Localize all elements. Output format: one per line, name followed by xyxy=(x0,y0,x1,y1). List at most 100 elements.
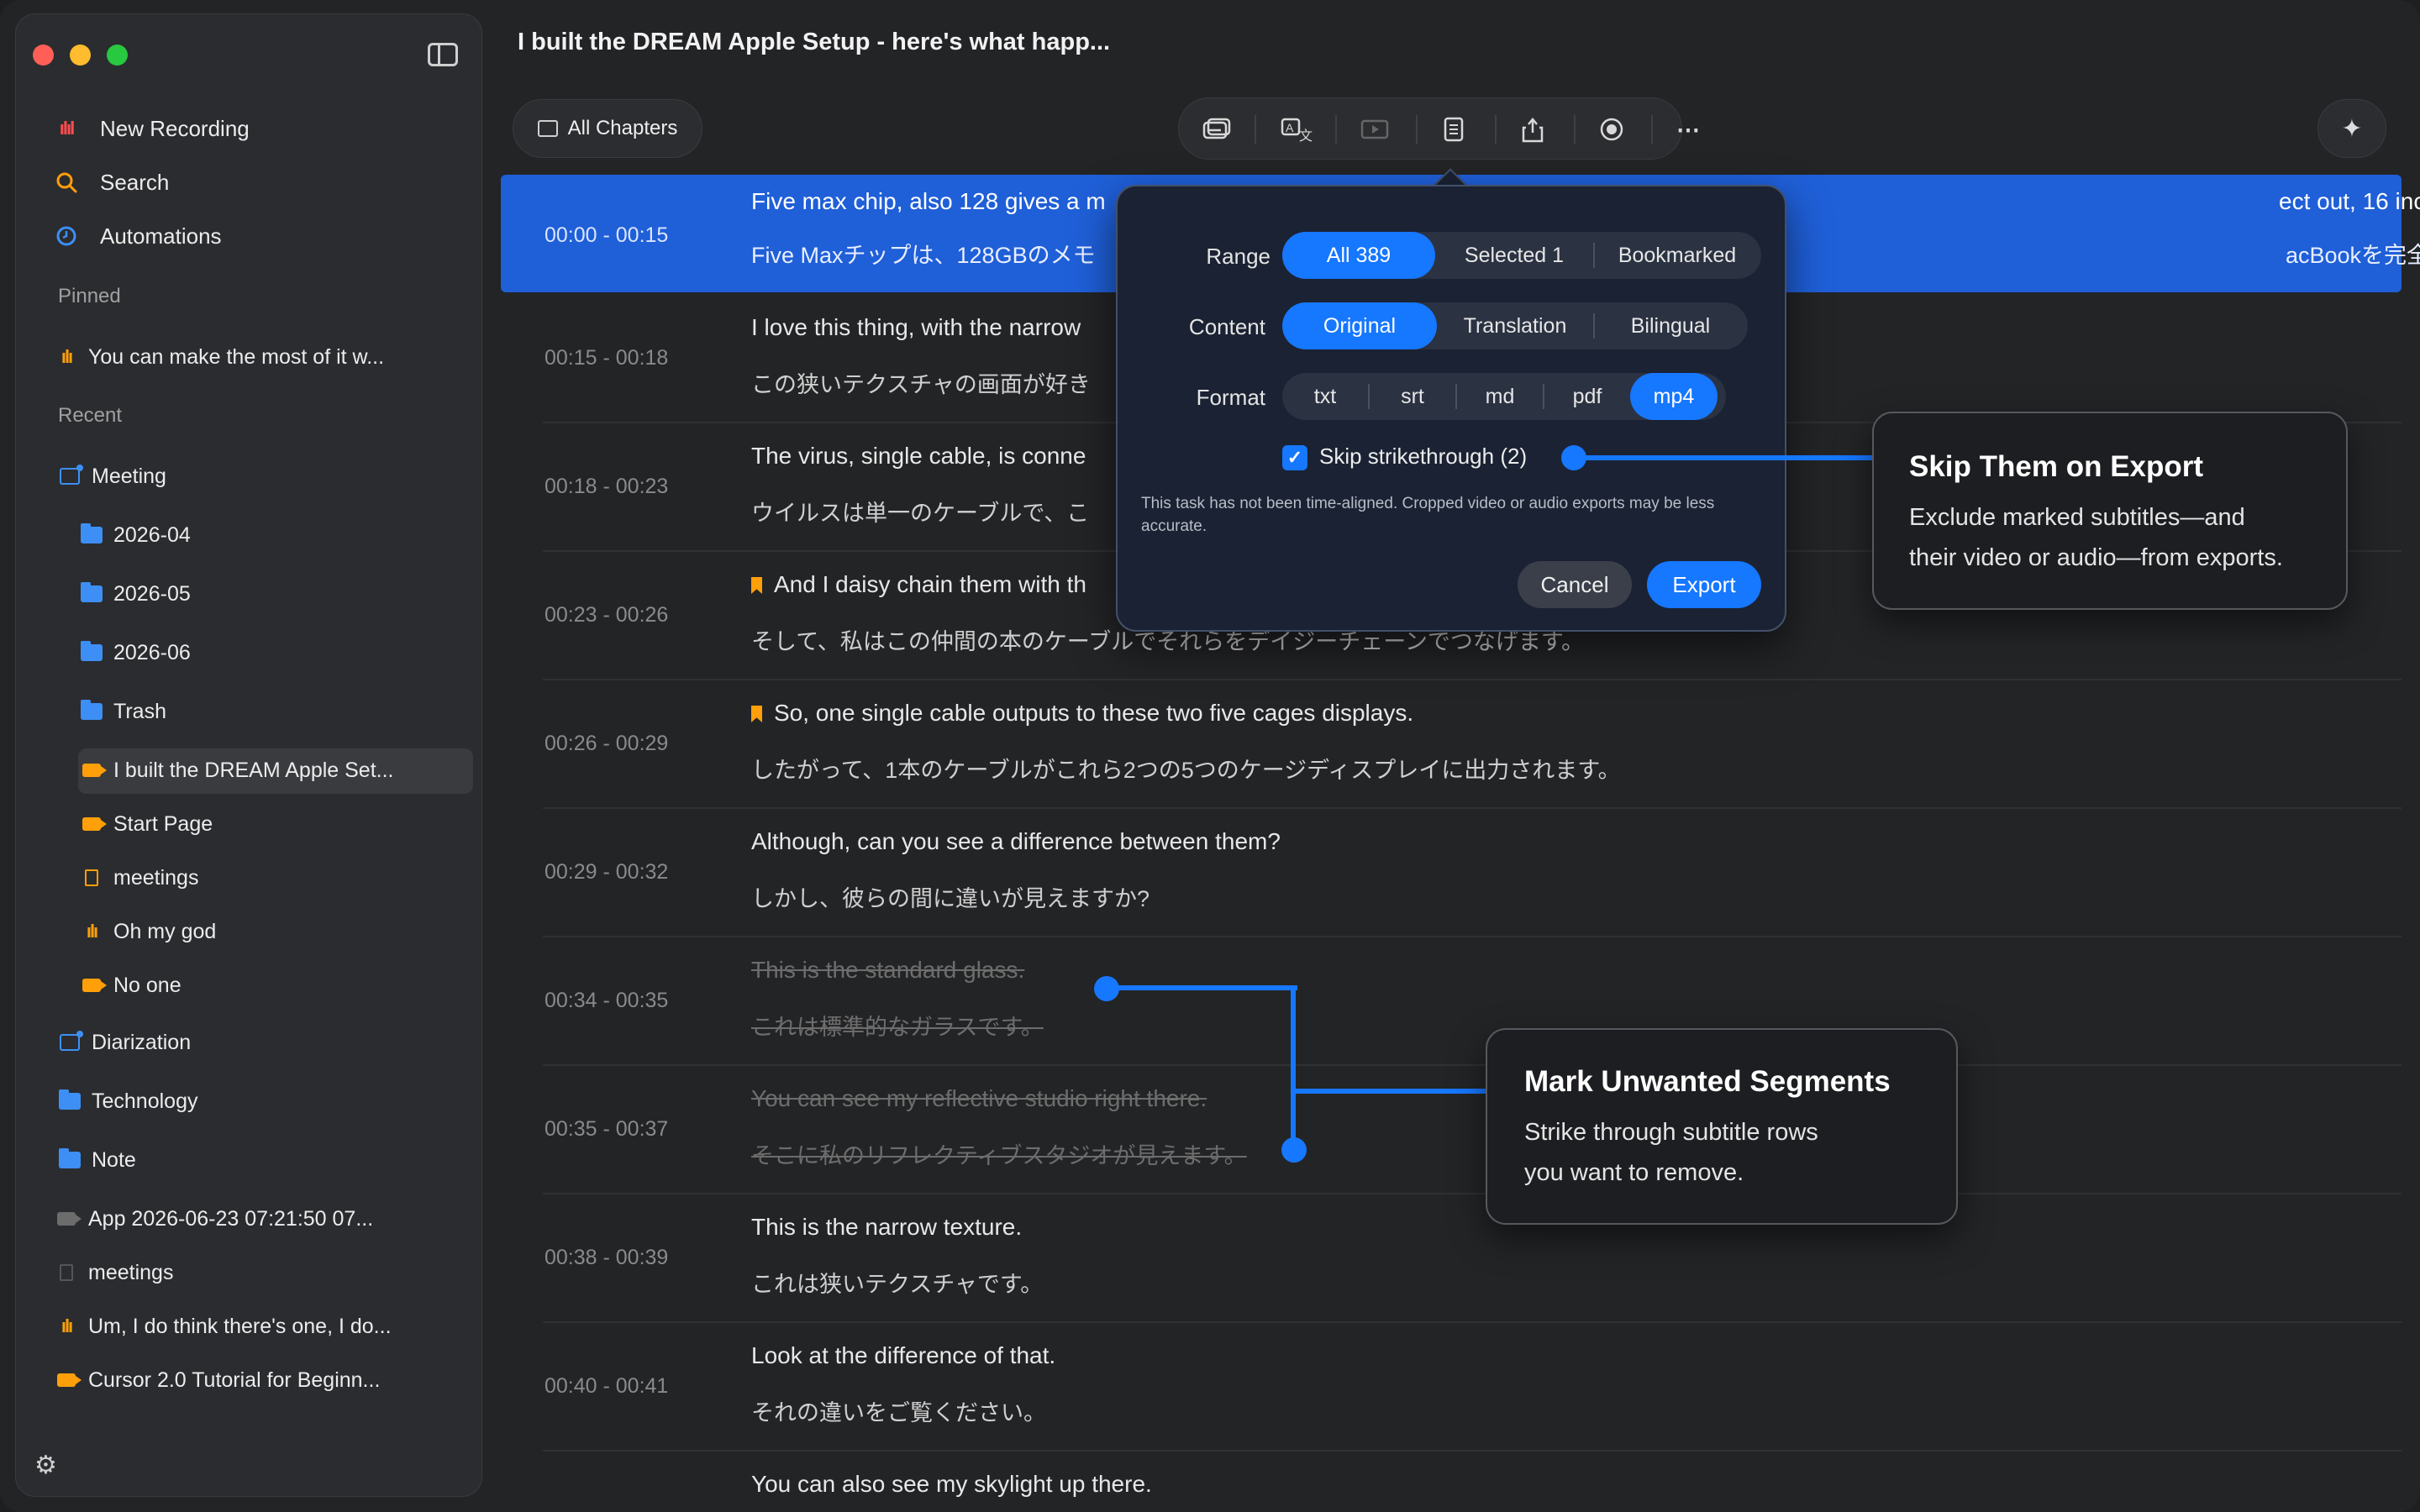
format-option-srt[interactable]: srt xyxy=(1370,373,1455,420)
nav-new-recording[interactable]: ılıl New Recording xyxy=(55,112,250,145)
row-translation-text: ウイルスは単一のケーブルで、こ xyxy=(751,501,1090,526)
content-option-translation[interactable]: Translation xyxy=(1437,302,1593,349)
pinned-section-label: Pinned xyxy=(58,285,121,307)
subtitles-icon[interactable] xyxy=(1197,110,1236,149)
recent-item-technology[interactable]: Technology xyxy=(58,1084,197,1118)
all-chapters-button[interactable]: All Chapters xyxy=(513,99,702,158)
cancel-button[interactable]: Cancel xyxy=(1518,561,1632,608)
row-time: 00:34 - 00:35 xyxy=(544,989,669,1012)
recent-item-meetings[interactable]: meetings xyxy=(80,861,198,895)
more-icon[interactable]: ⋯ xyxy=(1670,110,1708,149)
callout-title: Skip Them on Export xyxy=(1909,450,2204,483)
format-option-pdf[interactable]: pdf xyxy=(1544,373,1630,420)
sparkle-icon[interactable]: ✦ xyxy=(2317,99,2386,158)
connector-line xyxy=(1296,1089,1486,1094)
row-translation-text-tail: acBookを完全に見渡すことができます。 xyxy=(2286,243,2420,268)
sidebar: ılıl New Recording Search Automations Pi… xyxy=(15,13,482,1497)
range-option-bookmarked[interactable]: Bookmarked xyxy=(1595,232,1760,279)
recent-item-2026-04[interactable]: 2026-04 xyxy=(80,518,191,552)
row-original-text: This is the standard glass. xyxy=(751,957,1025,983)
row-time: 00:18 - 00:23 xyxy=(544,475,669,498)
recent-item-diarization[interactable]: Diarization xyxy=(58,1026,191,1059)
folder-icon xyxy=(80,700,103,722)
recent-item-trash[interactable]: Trash xyxy=(80,695,166,728)
recent-item-2026-06[interactable]: 2026-06 xyxy=(80,636,191,669)
row-original-text-value: So, one single cable outputs to these tw… xyxy=(774,700,1414,726)
recent-item-app-recording[interactable]: App 2026-06-23 07:21:50 07... xyxy=(55,1202,373,1236)
row-original-text: This is the narrow texture. xyxy=(751,1214,1023,1240)
play-video-icon[interactable] xyxy=(1355,110,1394,149)
recent-item-label: 2026-04 xyxy=(113,522,191,547)
recent-item-label: Meeting xyxy=(92,464,166,488)
share-icon[interactable] xyxy=(1513,110,1552,149)
row-original-text-value: And I daisy chain them with th xyxy=(774,571,1086,597)
video-icon xyxy=(55,1370,82,1390)
waveform-icon: ılıl xyxy=(59,118,76,139)
folder-icon xyxy=(80,523,103,545)
range-option-all[interactable]: All 389 xyxy=(1282,232,1435,279)
recent-item-2026-05[interactable]: 2026-05 xyxy=(80,577,191,611)
video-icon xyxy=(80,814,107,834)
content-option-bilingual[interactable]: Bilingual xyxy=(1595,302,1746,349)
zoom-window-button[interactable] xyxy=(107,45,128,66)
recent-item-meetings-2[interactable]: meetings xyxy=(55,1256,173,1289)
translate-icon[interactable]: A文 xyxy=(1278,110,1317,149)
subtitle-row[interactable]: 00:29 - 00:32 Although, can you see a di… xyxy=(543,808,2402,937)
recent-item-no-one[interactable]: No one xyxy=(80,969,182,1002)
subtitle-row[interactable]: 00:40 - 00:41 Look at the difference of … xyxy=(543,1322,2402,1452)
recent-item-label: I built the DREAM Apple Set... xyxy=(113,758,394,782)
range-option-selected[interactable]: Selected 1 xyxy=(1435,232,1593,279)
recent-item-um-i-do-think[interactable]: ılı Um, I do think there's one, I do... xyxy=(55,1310,392,1343)
format-option-md[interactable]: md xyxy=(1457,373,1543,420)
sidebar-toggle-icon[interactable] xyxy=(428,43,458,66)
skip-strikethrough-checkbox[interactable]: ✓ xyxy=(1282,445,1307,470)
subtitle-row-struck[interactable]: 00:35 - 00:37 You can see my reflective … xyxy=(543,1065,2402,1194)
recent-item-label: Um, I do think there's one, I do... xyxy=(88,1314,392,1338)
nav-label: Search xyxy=(100,169,170,195)
recent-item-label: Cursor 2.0 Tutorial for Beginn... xyxy=(88,1368,381,1392)
settings-gear-icon[interactable]: ⚙ xyxy=(34,1451,57,1480)
pinned-item-label: You can make the most of it w... xyxy=(88,344,385,369)
recent-item-label: Diarization xyxy=(92,1030,192,1054)
list-icon xyxy=(537,120,558,137)
recent-item-start-page[interactable]: Start Page xyxy=(80,807,213,841)
recent-item-oh-my-god[interactable]: ılı Oh my god xyxy=(80,915,216,948)
recent-item-label: 2026-05 xyxy=(113,581,191,606)
content-option-original[interactable]: Original xyxy=(1282,302,1437,349)
recent-item-meeting[interactable]: Meeting xyxy=(58,459,166,493)
subtitle-row[interactable]: 00:38 - 00:39 This is the narrow texture… xyxy=(543,1194,2402,1323)
row-time: 00:35 - 00:37 xyxy=(544,1117,669,1141)
recent-item-label: Oh my god xyxy=(113,919,217,943)
format-label: Format xyxy=(1196,385,1265,410)
nav-search[interactable]: Search xyxy=(55,165,169,199)
recent-item-cursor-tutorial[interactable]: Cursor 2.0 Tutorial for Beginn... xyxy=(55,1363,380,1397)
document-icon[interactable] xyxy=(1434,110,1473,149)
recent-item-label: No one xyxy=(113,973,182,997)
video-icon xyxy=(55,1209,82,1229)
folder-icon xyxy=(80,641,103,663)
waveform-icon: ılı xyxy=(60,346,73,367)
format-option-mp4[interactable]: mp4 xyxy=(1630,373,1718,420)
svg-text:文: 文 xyxy=(1299,129,1313,142)
subtitle-row-struck[interactable]: 00:34 - 00:35 This is the standard glass… xyxy=(543,937,2402,1066)
recent-item-dream-apple-setup[interactable]: I built the DREAM Apple Set... xyxy=(80,753,394,787)
close-window-button[interactable] xyxy=(33,45,54,66)
export-button[interactable]: Export xyxy=(1647,561,1761,608)
minimize-window-button[interactable] xyxy=(70,45,91,66)
format-option-txt[interactable]: txt xyxy=(1282,373,1368,420)
recent-item-label: Trash xyxy=(113,699,166,723)
row-translation-text: それの違いをご覧ください。 xyxy=(751,1400,1046,1425)
shared-folder-icon xyxy=(58,1031,83,1053)
row-time: 00:40 - 00:41 xyxy=(544,1374,669,1398)
pinned-item[interactable]: ılı You can make the most of it w... xyxy=(55,340,384,374)
clock-icon xyxy=(55,224,78,248)
row-original-text: Although, can you see a difference betwe… xyxy=(751,828,1281,854)
record-icon[interactable] xyxy=(1592,110,1631,149)
nav-automations[interactable]: Automations xyxy=(55,219,222,253)
subtitle-row[interactable]: You can also see my skylight up there. xyxy=(543,1451,2402,1512)
nav-label: New Recording xyxy=(100,115,250,141)
recent-item-note[interactable]: Note xyxy=(58,1143,136,1177)
row-original-text: You can also see my skylight up there. xyxy=(751,1471,1152,1497)
subtitle-row[interactable]: 00:26 - 00:29 So, one single cable outpu… xyxy=(543,680,2402,809)
mark-segments-callout: Mark Unwanted Segments Strike through su… xyxy=(1486,1028,1958,1225)
